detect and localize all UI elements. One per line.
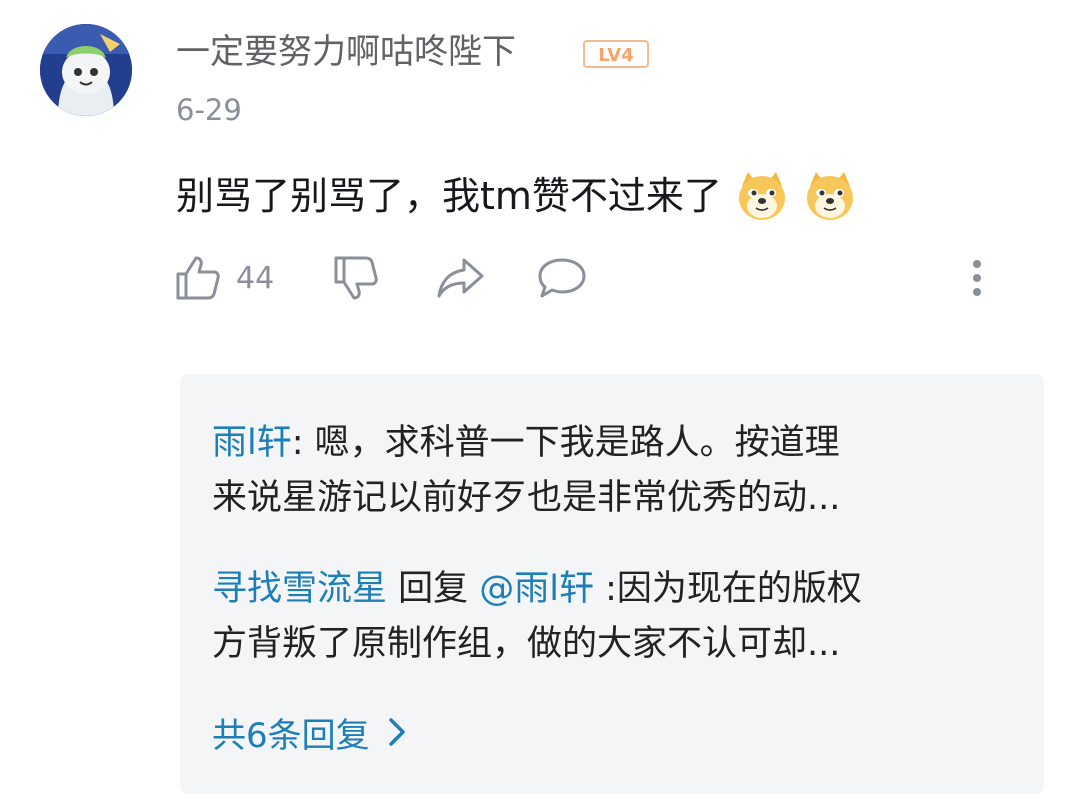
thumbs-up-icon: [176, 256, 220, 300]
reply-line: 寻找雪流星 回复 @雨l轩 :因为现在的版权: [212, 562, 1012, 617]
share-arrow-icon: [437, 258, 484, 298]
chevron-right-icon: [388, 718, 405, 746]
reply-line: 雨l轩: 嗯，求科普一下我是路人。按道理: [212, 416, 1012, 471]
username[interactable]: 一定要努力啊咕咚陛下: [176, 30, 516, 74]
comment-text: 别骂了别骂了，我tm赞不过来了: [176, 174, 722, 218]
reply-text-line2: 方背叛了原制作组，做的大家不认可却...: [212, 624, 841, 664]
comment-body: 别骂了别骂了，我tm赞不过来了: [176, 168, 858, 224]
share-button[interactable]: [436, 252, 486, 304]
thumbs-down-icon: [334, 256, 378, 300]
like-count: 44: [236, 260, 275, 296]
avatar[interactable]: [40, 24, 132, 116]
reply-mention[interactable]: @雨l轩: [479, 569, 594, 609]
reply-text-line1: 嗯，求科普一下我是路人。按道理: [314, 423, 840, 463]
reply-author[interactable]: 雨l轩: [212, 423, 292, 463]
reply-button[interactable]: [536, 252, 588, 304]
doge-emoji: [734, 168, 790, 224]
reply-word: 回复: [387, 569, 480, 609]
reply-item[interactable]: 雨l轩: 嗯，求科普一下我是路人。按道理 来说星游记以前好歹也是非常优秀的动..…: [212, 416, 1012, 526]
replies-panel: 雨l轩: 嗯，求科普一下我是路人。按道理 来说星游记以前好歹也是非常优秀的动..…: [180, 374, 1044, 794]
comment-actions: 44: [174, 252, 994, 304]
level-badge-text: LV4: [598, 45, 633, 66]
view-all-replies-link[interactable]: 共6条回复: [212, 704, 406, 760]
view-all-replies-label: 共6条回复: [212, 715, 370, 756]
comment-date: 6-29: [176, 93, 242, 127]
doge-emoji: [802, 168, 858, 224]
reply-text-line1: :因为现在的版权: [594, 569, 862, 609]
reply-text-line2: 来说星游记以前好歹也是非常优秀的动...: [212, 478, 841, 518]
dislike-button[interactable]: [332, 252, 380, 304]
reply-item[interactable]: 寻找雪流星 回复 @雨l轩 :因为现在的版权 方背叛了原制作组，做的大家不认可却…: [212, 562, 1012, 672]
vertical-dots-icon: [973, 260, 981, 296]
more-options-button[interactable]: [962, 256, 992, 300]
level-badge: LV4: [583, 40, 649, 68]
like-button[interactable]: 44: [174, 252, 274, 304]
reply-author[interactable]: 寻找雪流星: [212, 569, 387, 609]
chat-bubble-icon: [538, 258, 586, 298]
reply-separator: :: [291, 423, 315, 463]
